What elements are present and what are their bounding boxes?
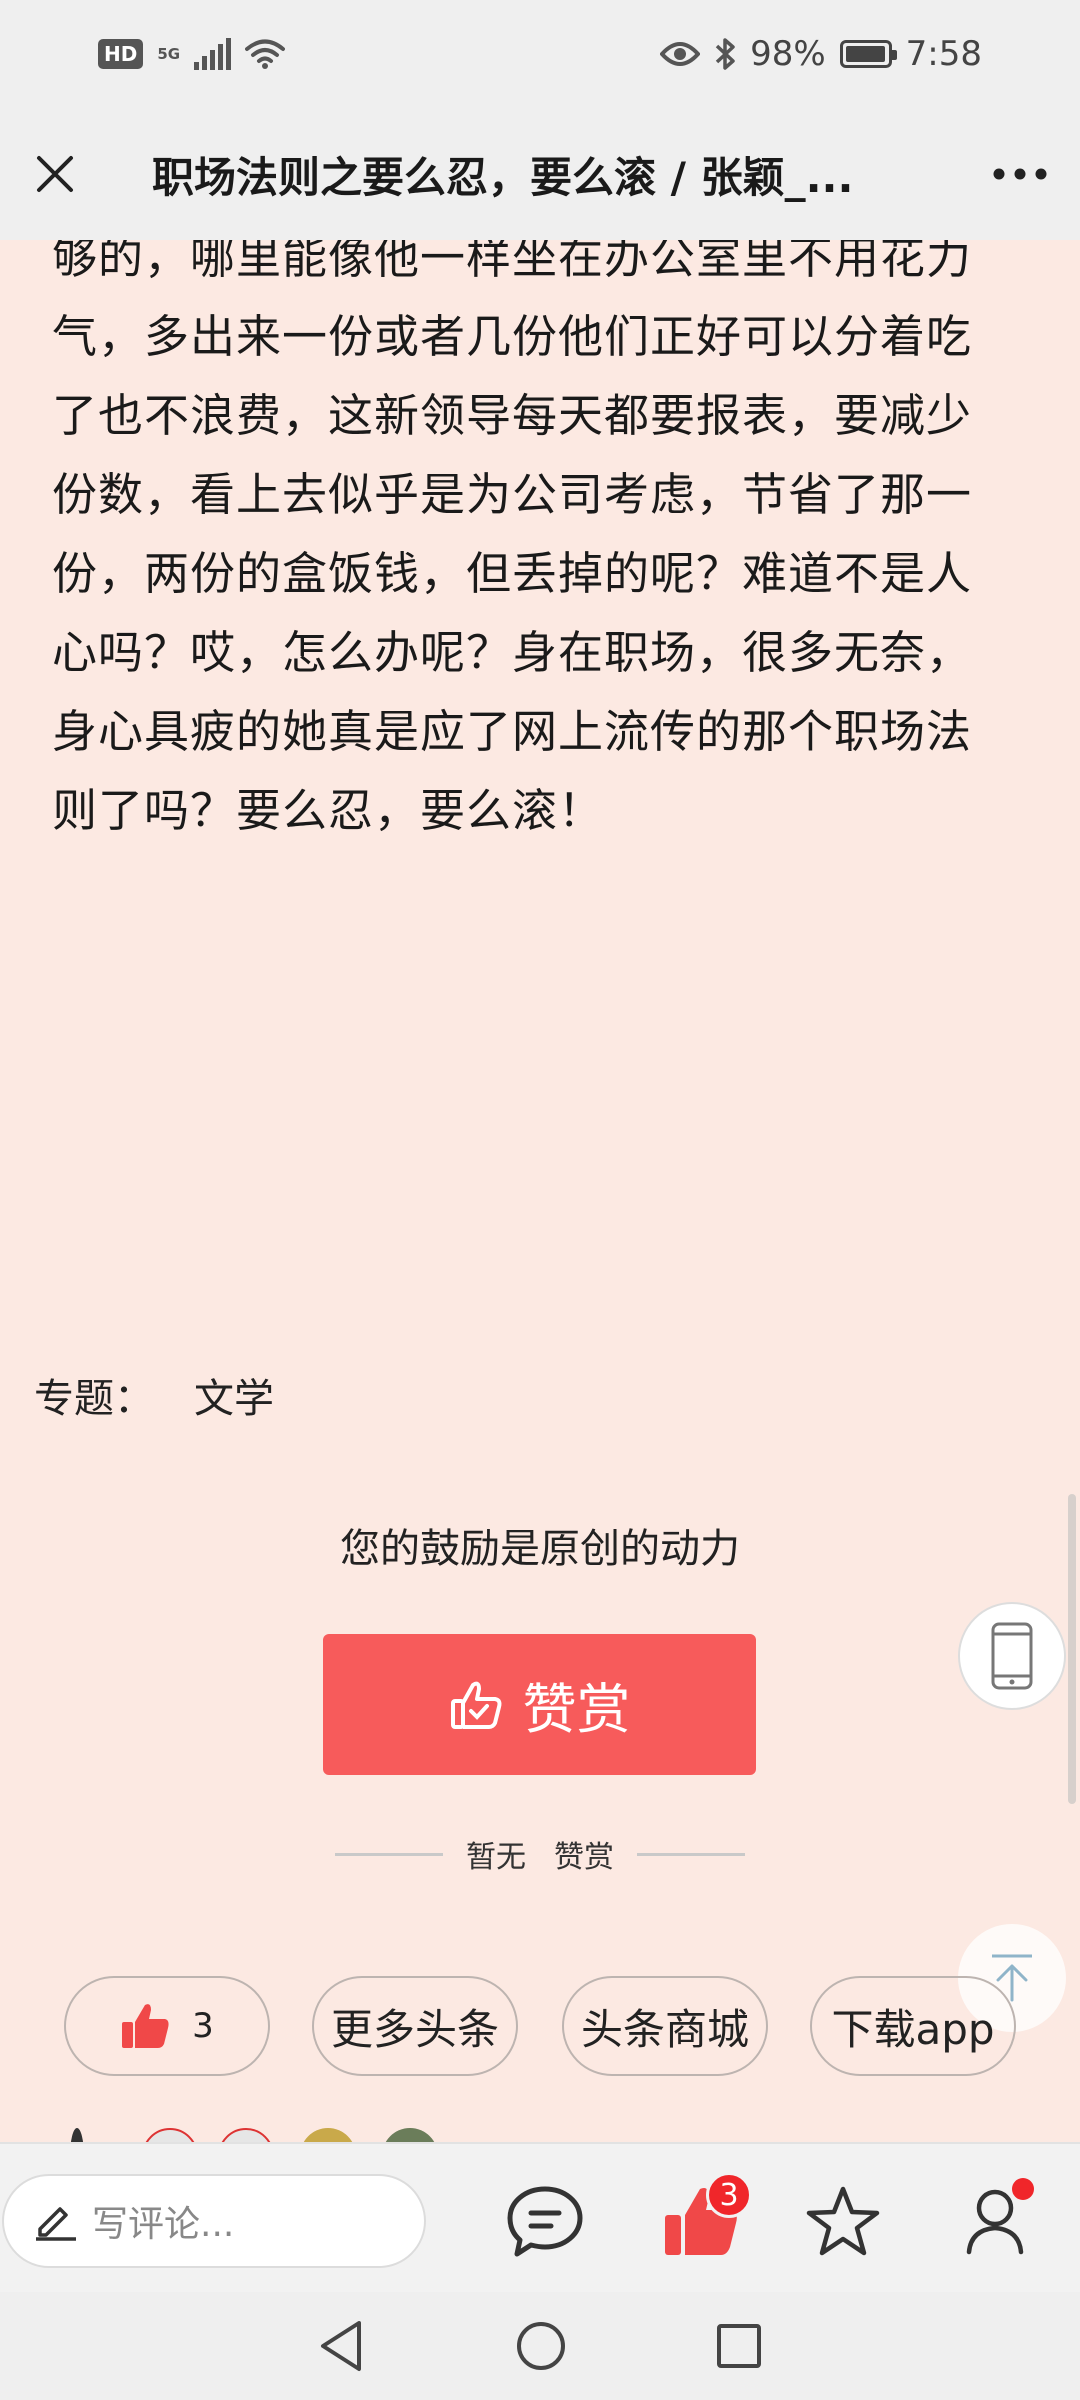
recents-icon[interactable] xyxy=(715,2322,763,2370)
more-button[interactable] xyxy=(960,108,1080,240)
article-line: 了也不浪费，这新领导每天都要报表，要减少 xyxy=(52,389,973,442)
title-bar: 职场法则之要么忍，要么滚 / 张颖_... xyxy=(0,108,1080,240)
thumbs-up-icon xyxy=(122,2004,169,2048)
bluetooth-icon xyxy=(715,38,735,70)
like-count: 3 xyxy=(192,2006,214,2046)
divider xyxy=(335,1852,443,1856)
reward-button[interactable]: 赞赏 xyxy=(323,1634,756,1775)
status-bar: HD 5G 98% 7:58 xyxy=(0,0,1080,108)
topic-link[interactable]: 文学 xyxy=(194,1366,274,1424)
signal-icon xyxy=(194,38,232,70)
scrollbar[interactable] xyxy=(1068,1494,1076,1804)
close-icon xyxy=(37,156,73,192)
clock: 7:58 xyxy=(905,34,982,74)
star-icon xyxy=(806,2186,880,2256)
thumbs-check-icon xyxy=(450,1681,501,1729)
pencil-icon xyxy=(36,2207,76,2241)
more-dots-icon xyxy=(993,168,1047,180)
home-icon[interactable] xyxy=(515,2320,567,2372)
bottom-action-bar: 写评论... 3 xyxy=(0,2142,1080,2292)
topic-label: 专题： xyxy=(34,1376,154,1422)
eye-icon xyxy=(660,42,701,66)
notification-dot xyxy=(1012,2178,1034,2200)
reward-button-label: 赞赏 xyxy=(522,1678,631,1741)
no-reward-right: 赞赏 xyxy=(554,1840,614,1875)
article-line: 份数，看上去似乎是为公司考虑，节省了那一 xyxy=(52,468,973,521)
no-reward-left: 暂无 xyxy=(466,1840,526,1875)
article-line: 气，多出来一份或者几份他们正好可以分着吃 xyxy=(52,310,973,363)
encourage-text: 您的鼓励是原创的动力 xyxy=(340,1526,740,1572)
no-reward-row: 暂无 赞赏 xyxy=(335,1832,745,1876)
article-line: 则了吗？要么忍，要么滚！ xyxy=(52,784,605,837)
page-title: 职场法则之要么忍，要么滚 / 张颖_... xyxy=(152,152,854,202)
download-app-button[interactable]: 下载app xyxy=(810,1976,1016,2076)
more-headlines-button[interactable]: 更多头条 xyxy=(312,1976,518,2076)
no-reward-text: 暂无 赞赏 xyxy=(466,1832,614,1876)
divider xyxy=(637,1852,745,1856)
phone-float-button[interactable] xyxy=(958,1602,1066,1710)
status-left: HD 5G xyxy=(98,38,286,70)
close-button[interactable] xyxy=(0,108,110,240)
article-line: 份，两份的盒饭钱，但丢掉的呢？难道不是人 xyxy=(52,547,973,600)
comment-bubble-icon xyxy=(507,2186,583,2257)
battery-percent: 98% xyxy=(750,34,826,74)
mall-button[interactable]: 头条商城 xyxy=(562,1976,768,2076)
wifi-icon xyxy=(245,39,286,69)
network-type: 5G xyxy=(157,44,181,63)
system-nav-bar xyxy=(0,2292,1080,2400)
like-badge: 3 xyxy=(706,2172,752,2218)
article-body: 够的，哪里能像他一样坐在办公室里不用花力 气，多出来一份或者几份他们正好可以分着… xyxy=(52,240,1032,850)
status-right: 98% 7:58 xyxy=(660,34,982,74)
phone-icon xyxy=(991,1622,1033,1690)
like-pill-button[interactable]: 3 xyxy=(64,1976,270,2076)
back-icon[interactable] xyxy=(317,2319,367,2373)
comment-input[interactable]: 写评论... xyxy=(2,2174,426,2268)
favorite-button[interactable] xyxy=(796,2174,890,2268)
article-line: 心吗？哎，怎么办呢？身在职场，很多无奈， xyxy=(52,626,973,679)
article-line: 够的，哪里能像他一样坐在办公室里不用花力 xyxy=(52,240,973,284)
comment-placeholder: 写评论... xyxy=(92,2204,235,2245)
topic: 专题： 文学 xyxy=(34,1366,274,1424)
article-line: 身心具疲的她真是应了网上流传的那个职场法 xyxy=(52,705,973,758)
battery-icon xyxy=(839,40,897,68)
hd-badge: HD xyxy=(98,39,144,69)
comment-button[interactable] xyxy=(498,2174,592,2268)
